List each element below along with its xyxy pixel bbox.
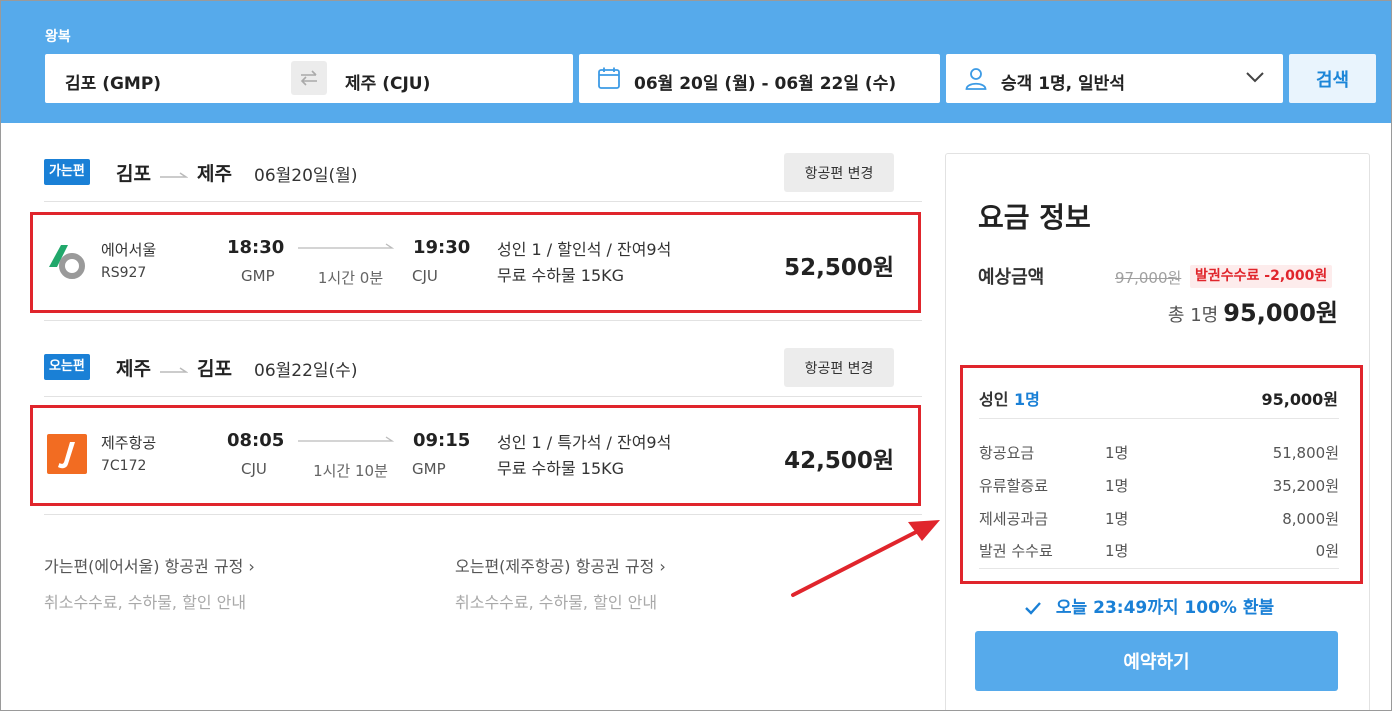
trip-type-label: 왕복 — [45, 29, 71, 45]
breakdown-label: 유류할증료 — [979, 477, 1049, 495]
flight-duration: 1시간 10분 — [313, 462, 388, 480]
total-label: 총 1명 — [1167, 305, 1219, 326]
fare-panel-title: 요금 정보 — [978, 201, 1091, 234]
inbound-change-button[interactable]: 항공편 변경 — [784, 348, 894, 387]
outbound-flight-card[interactable]: 에어서울 RS927 18:30 GMP 1시간 0분 19:30 CJU 성인… — [30, 212, 921, 313]
adult-text: 성인 — [979, 390, 1009, 409]
fare-breakdown: 성인 1명 95,000원 항공요금 1명 51,800원 유류할증료 1명 3… — [960, 365, 1363, 584]
origin-field[interactable]: 김포 (GMP) — [65, 69, 161, 94]
swap-arrows-icon — [300, 70, 317, 86]
breakdown-amount: 35,200원 — [1272, 477, 1339, 495]
adult-label: 성인 1명 — [979, 386, 1040, 410]
outbound-badge: 가는편 — [44, 159, 90, 185]
search-bar: 왕복 김포 (GMP) 제주 (CJU) 06월 20일 (월) - 06월 2… — [1, 1, 1391, 123]
arrival-time: 19:30 — [413, 237, 471, 258]
outbound-from: 김포 — [116, 163, 151, 185]
breakdown-count: 1명 — [1105, 542, 1129, 560]
breakdown-label: 항공요금 — [979, 444, 1035, 462]
estimate-label: 예상금액 — [978, 267, 1045, 288]
book-button[interactable]: 예약하기 — [975, 631, 1338, 691]
fare-class-info: 성인 1 / 특가석 / 잔여9석 — [497, 433, 672, 452]
inbound-date: 06월22일(수) — [254, 361, 358, 381]
calendar-icon — [598, 67, 620, 89]
total-row: 총 1명 95,000원 — [1168, 293, 1338, 328]
rules-description: 취소수수료, 수하물, 할인 안내 — [44, 593, 247, 612]
inbound-rules-link[interactable]: 오는편(제주항공) 항공권 규정 › — [455, 553, 666, 577]
route-arrow-icon — [160, 367, 188, 373]
flight-price: 52,500원 — [784, 255, 894, 281]
original-price: 97,000원 — [1115, 269, 1182, 287]
passenger-value: 승객 1명, 일반석 — [1001, 74, 1125, 94]
departure-time: 08:05 — [227, 430, 285, 451]
outbound-rules-link[interactable]: 가는편(에어서울) 항공권 규정 › — [44, 553, 255, 577]
air-seoul-logo-icon — [49, 245, 85, 279]
divider — [44, 396, 922, 397]
departure-code: GMP — [241, 267, 275, 285]
inbound-badge: 오는편 — [44, 354, 90, 380]
breakdown-amount: 0원 — [1315, 542, 1339, 560]
breakdown-row: 유류할증료 1명 35,200원 — [979, 475, 1339, 495]
divider — [979, 568, 1339, 569]
flight-path-icon — [298, 243, 394, 249]
date-field[interactable]: 06월 20일 (월) - 06월 22일 (수) — [579, 54, 940, 103]
arrival-code: CJU — [412, 267, 438, 285]
departure-code: CJU — [241, 460, 267, 478]
inbound-to: 김포 — [197, 358, 232, 380]
breakdown-label: 발권 수수료 — [979, 542, 1053, 560]
check-icon — [1025, 602, 1041, 615]
breakdown-row: 발권 수수료 1명 0원 — [979, 540, 1339, 560]
flight-number: 7C172 — [101, 458, 147, 474]
outbound-header: 가는편 김포 제주 06월20일(월) 항공편 변경 — [44, 153, 894, 193]
inbound-flight-card[interactable]: 제주항공 7C172 08:05 CJU 1시간 10분 09:15 GMP 성… — [30, 405, 921, 506]
route-field[interactable]: 김포 (GMP) 제주 (CJU) — [45, 54, 573, 103]
breakdown-count: 1명 — [1105, 444, 1129, 462]
total-price: 95,000원 — [1223, 299, 1338, 327]
route-arrow-icon — [160, 172, 188, 178]
flight-path-icon — [298, 436, 394, 442]
breakdown-amount: 51,800원 — [1272, 444, 1339, 462]
swap-button[interactable] — [291, 61, 327, 95]
breakdown-count: 1명 — [1105, 510, 1129, 528]
divider — [979, 418, 1339, 419]
rules-description: 취소수수료, 수하물, 할인 안내 — [455, 593, 658, 612]
airline-name: 에어서울 — [101, 241, 157, 259]
user-icon — [965, 68, 987, 90]
airline-name: 제주항공 — [101, 434, 157, 452]
inbound-rules[interactable]: 오는편(제주항공) 항공권 규정 › 취소수수료, 수하물, 할인 안내 — [455, 553, 666, 613]
fee-discount-badge: 발권수수료 -2,000원 — [1190, 265, 1333, 288]
departure-time: 18:30 — [227, 237, 285, 258]
fare-class-info: 성인 1 / 할인석 / 잔여9석 — [497, 240, 672, 259]
destination-field[interactable]: 제주 (CJU) — [345, 69, 430, 94]
jeju-air-logo-icon — [47, 434, 87, 474]
outbound-rules[interactable]: 가는편(에어서울) 항공권 규정 › 취소수수료, 수하물, 할인 안내 — [44, 553, 255, 613]
outbound-date: 06월20일(월) — [254, 166, 358, 186]
annotation-arrow-icon — [791, 520, 940, 597]
adult-count: 1명 — [1014, 390, 1040, 409]
flight-price: 42,500원 — [784, 448, 894, 474]
search-button[interactable]: 검색 — [1289, 54, 1376, 103]
outbound-to: 제주 — [197, 163, 232, 185]
divider — [44, 201, 922, 202]
refund-note: 오늘 23:49까지 100% 환불 — [1024, 593, 1274, 618]
date-range: 06월 20일 (월) - 06월 22일 (수) — [634, 74, 897, 94]
breakdown-count: 1명 — [1105, 477, 1129, 495]
arrival-code: GMP — [412, 460, 446, 478]
arrival-time: 09:15 — [413, 430, 471, 451]
baggage-info: 무료 수하물 15KG — [497, 459, 625, 478]
divider — [44, 320, 922, 321]
flight-number: RS927 — [101, 265, 147, 281]
outbound-change-button[interactable]: 항공편 변경 — [784, 153, 894, 192]
adult-total: 95,000원 — [1261, 390, 1338, 409]
breakdown-amount: 8,000원 — [1282, 510, 1339, 528]
breakdown-label: 제세공과금 — [979, 510, 1049, 528]
breakdown-row: 항공요금 1명 51,800원 — [979, 442, 1339, 462]
inbound-header: 오는편 제주 김포 06월22일(수) 항공편 변경 — [44, 348, 894, 388]
inbound-from: 제주 — [116, 358, 151, 380]
passenger-select[interactable]: 승객 1명, 일반석 — [946, 54, 1283, 103]
flight-duration: 1시간 0분 — [317, 269, 384, 287]
baggage-info: 무료 수하물 15KG — [497, 266, 625, 285]
refund-text: 오늘 23:49까지 100% 환불 — [1055, 598, 1275, 618]
chevron-down-icon — [1246, 72, 1264, 83]
breakdown-row: 제세공과금 1명 8,000원 — [979, 508, 1339, 528]
